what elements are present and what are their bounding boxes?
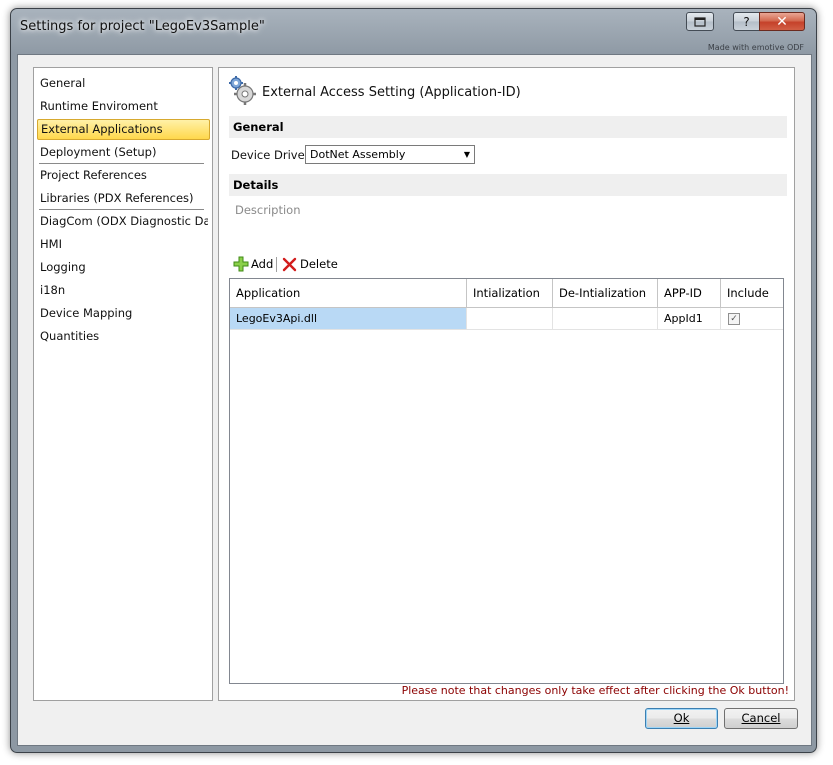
nav-item-libraries[interactable]: Libraries (PDX References) [37,188,208,208]
cell-app-id[interactable]: AppId1 [658,308,721,330]
nav-item-quantities[interactable]: Quantities [37,326,208,346]
column-header-deinitialization[interactable]: De-Intialization [553,279,658,308]
cell-include[interactable]: ✓ [721,308,783,330]
cell-deinitialization[interactable] [553,308,658,330]
nav-separator [39,209,204,210]
nav-separator [39,163,204,164]
close-button[interactable]: ✕ [759,12,805,31]
nav-item-device-mapping[interactable]: Device Mapping [37,303,208,323]
add-label: Add [251,257,274,271]
nav-item-hmi[interactable]: HMI [37,234,208,254]
dialog-client: General Runtime Enviroment External Appl… [17,54,812,746]
delete-label: Delete [300,257,338,271]
cancel-button[interactable]: Cancel [724,708,798,729]
device-driver-value: DotNet Assembly [310,148,406,161]
include-checkbox[interactable]: ✓ [728,313,740,325]
ok-button[interactable]: Ok [645,708,718,729]
device-driver-select[interactable]: DotNet Assembly ▼ [305,145,475,164]
cell-application[interactable]: LegoEv3Api.dll [230,308,467,330]
column-header-initialization[interactable]: Intialization [467,279,553,308]
gears-icon [229,76,256,105]
description-label: Description [235,203,301,217]
nav-item-i18n[interactable]: i18n [37,280,208,300]
delete-button[interactable]: Delete [282,254,338,274]
nav-item-logging[interactable]: Logging [37,257,208,277]
section-details-header: Details [229,174,787,196]
page-title: External Access Setting (Application-ID) [262,85,521,100]
cell-initialization[interactable] [467,308,553,330]
help-button[interactable]: ? [733,12,760,31]
settings-window: Settings for project "LegoEv3Sample" ? ✕… [10,8,817,753]
device-driver-label: Device Driver [231,148,310,162]
made-with-label: Made with emotive ODF [707,43,804,52]
nav-item-project-references[interactable]: Project References [37,165,208,185]
chevron-down-icon: ▼ [463,150,470,159]
column-header-app-id[interactable]: APP-ID [658,279,721,308]
apply-note: Please note that changes only take effec… [401,684,789,697]
nav-item-deployment[interactable]: Deployment (Setup) [37,142,208,162]
column-header-application[interactable]: Application [230,279,467,308]
help-icon: ? [743,14,750,29]
restore-icon [694,16,706,27]
column-header-include[interactable]: Include [721,279,783,308]
window-title: Settings for project "LegoEv3Sample" [20,19,265,34]
nav-item-diagcom[interactable]: DiagCom (ODX Diagnostic Data) [37,211,208,231]
delete-icon [282,257,297,271]
nav-item-runtime-enviroment[interactable]: Runtime Enviroment [37,96,208,116]
applications-grid: Application Intialization De-Intializati… [229,278,784,684]
restore-button[interactable] [686,12,714,31]
add-icon [233,256,249,272]
add-button[interactable]: Add [233,254,273,274]
nav-item-general[interactable]: General [37,73,208,93]
settings-content: External Access Setting (Application-ID)… [218,67,795,701]
section-general-header: General [229,116,787,138]
settings-nav: General Runtime Enviroment External Appl… [33,67,213,701]
close-icon: ✕ [776,13,788,30]
toolbar-separator [276,257,277,272]
nav-item-external-applications[interactable]: External Applications [37,119,210,140]
